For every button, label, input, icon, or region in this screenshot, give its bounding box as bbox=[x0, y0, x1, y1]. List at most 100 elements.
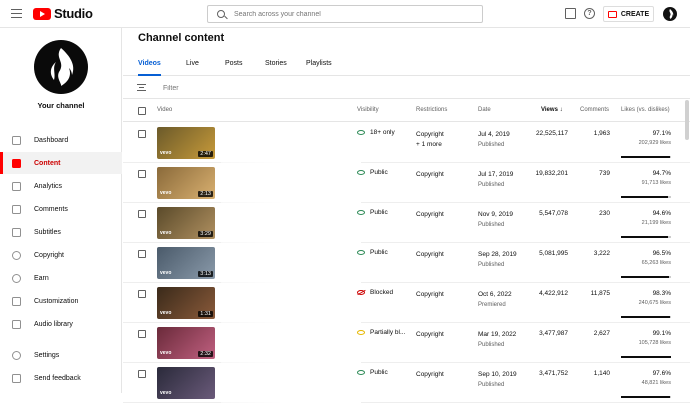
row-checkbox[interactable] bbox=[138, 370, 146, 378]
likes-bar bbox=[621, 356, 671, 358]
likes-bar bbox=[621, 276, 671, 278]
video-duration: 2:32 bbox=[198, 351, 213, 357]
row-checkbox[interactable] bbox=[138, 250, 146, 258]
restrictions-cell[interactable]: Copyright bbox=[416, 290, 444, 300]
row-checkbox[interactable] bbox=[138, 210, 146, 218]
visibility-cell[interactable]: Partially bl... bbox=[357, 329, 405, 336]
likes-bar-fill bbox=[621, 316, 671, 318]
tab-posts[interactable]: Posts bbox=[225, 60, 243, 76]
copyright-icon bbox=[12, 250, 21, 260]
restriction-label: Copyright bbox=[416, 291, 444, 298]
restrictions-cell[interactable]: Copyright bbox=[416, 210, 444, 220]
sidebar-item-copyright[interactable]: Copyright bbox=[0, 244, 122, 266]
likes-bar bbox=[621, 196, 671, 198]
visibility-cell[interactable]: 18+ only bbox=[357, 129, 395, 136]
account-avatar[interactable] bbox=[663, 7, 677, 21]
restrictions-cell[interactable]: Copyright bbox=[416, 170, 444, 180]
sidebar-item-send-feedback[interactable]: Send feedback bbox=[0, 367, 122, 389]
sidebar-item-subtitles[interactable]: Subtitles bbox=[0, 221, 122, 243]
sidebar-item-settings[interactable]: Settings bbox=[0, 344, 122, 366]
video-duration: 3:29 bbox=[198, 231, 213, 237]
help-icon[interactable]: ? bbox=[584, 8, 595, 19]
likes-bar-fill bbox=[621, 196, 669, 198]
table-row[interactable]: vevo 2:32 Partially bl... Copyright Mar 19, … bbox=[123, 323, 690, 363]
column-date[interactable]: Date bbox=[478, 107, 491, 113]
likes-count: 48,821 likes bbox=[641, 380, 671, 386]
likes-count: 240,675 likes bbox=[638, 300, 671, 306]
table-row[interactable]: vevo 2:13 Public Copyright Jul 17, 2019 Publi… bbox=[123, 163, 690, 203]
channel-avatar[interactable] bbox=[34, 40, 88, 94]
column-comments[interactable]: Comments bbox=[580, 107, 609, 113]
tab-videos[interactable]: Videos bbox=[138, 60, 161, 76]
restrictions-cell[interactable]: Copyright bbox=[416, 250, 444, 260]
table-row[interactable]: vevo 3:29 Public Copyright Nov 9, 2019 Publis… bbox=[123, 203, 690, 243]
comments-value: 11,875 bbox=[590, 290, 610, 297]
visibility-icon bbox=[357, 330, 365, 335]
visibility-cell[interactable]: Blocked bbox=[357, 289, 393, 296]
sidebar-item-analytics[interactable]: Analytics bbox=[0, 175, 122, 197]
restrictions-cell[interactable]: Copyright + 1 more bbox=[416, 130, 444, 150]
publish-status: Published bbox=[478, 182, 505, 188]
table-row[interactable]: vevo 3:13 Public Copyright Sep 28, 2019 Publi… bbox=[123, 243, 690, 283]
row-checkbox[interactable] bbox=[138, 170, 146, 178]
video-thumbnail[interactable]: vevo 2:13 bbox=[157, 167, 215, 199]
youtube-logo-icon bbox=[33, 7, 51, 20]
table-row[interactable]: vevo Public Copyright Sep 10, 2019 Published… bbox=[123, 363, 690, 403]
menu-icon[interactable] bbox=[11, 9, 22, 18]
table-row[interactable]: vevo 2:47 18+ only Copyright + 1 more Jul 4, … bbox=[123, 123, 690, 163]
vevo-logo: vevo bbox=[160, 150, 172, 156]
vevo-logo: vevo bbox=[160, 350, 172, 356]
tab-stories[interactable]: Stories bbox=[265, 60, 287, 76]
video-thumbnail[interactable]: vevo bbox=[157, 367, 215, 399]
tab-playlists[interactable]: Playlists bbox=[306, 60, 332, 76]
filter-icon[interactable] bbox=[137, 84, 146, 91]
tab-live[interactable]: Live bbox=[186, 60, 199, 76]
visibility-cell[interactable]: Public bbox=[357, 209, 388, 216]
visibility-cell[interactable]: Public bbox=[357, 369, 388, 376]
video-thumbnail[interactable]: vevo 1:31 bbox=[157, 287, 215, 319]
row-checkbox[interactable] bbox=[138, 130, 146, 138]
visibility-label: Public bbox=[370, 369, 388, 376]
visibility-cell[interactable]: Public bbox=[357, 169, 388, 176]
vevo-logo: vevo bbox=[160, 190, 172, 196]
sidebar-item-customization[interactable]: Customization bbox=[0, 290, 122, 312]
column-views-label: Views bbox=[541, 107, 558, 113]
video-thumbnail[interactable]: vevo 3:13 bbox=[157, 247, 215, 279]
column-likes[interactable]: Likes (vs. dislikes) bbox=[621, 107, 670, 113]
views-value: 5,081,995 bbox=[539, 250, 568, 257]
visibility-icon bbox=[357, 130, 365, 135]
select-all-checkbox[interactable] bbox=[138, 107, 146, 115]
create-label: CREATE bbox=[620, 10, 650, 18]
sidebar-item-comments[interactable]: Comments bbox=[0, 198, 122, 220]
restrictions-cell[interactable]: Copyright bbox=[416, 330, 444, 340]
row-checkbox[interactable] bbox=[138, 330, 146, 338]
feedback-icon[interactable] bbox=[565, 8, 576, 19]
sidebar-item-content[interactable]: Content bbox=[0, 152, 122, 174]
search-input[interactable] bbox=[234, 8, 474, 20]
video-thumbnail[interactable]: vevo 2:47 bbox=[157, 127, 215, 159]
column-views[interactable]: Views ↓ bbox=[541, 107, 563, 113]
video-thumbnail[interactable]: vevo 3:29 bbox=[157, 207, 215, 239]
sidebar-item-dashboard[interactable]: Dashboard bbox=[0, 129, 122, 151]
row-checkbox[interactable] bbox=[138, 290, 146, 298]
likes-count: 202,929 likes bbox=[638, 140, 671, 146]
search-box[interactable] bbox=[207, 5, 483, 23]
restrictions-cell[interactable]: Copyright bbox=[416, 370, 444, 380]
date-cell: Jul 17, 2019 Published bbox=[478, 170, 513, 190]
create-button[interactable]: CREATE bbox=[603, 6, 654, 22]
video-thumbnail[interactable]: vevo 2:32 bbox=[157, 327, 215, 359]
sidebar-item-label: Earn bbox=[34, 274, 49, 282]
likes-count: 91,713 likes bbox=[641, 180, 671, 186]
date-value: Sep 28, 2019 bbox=[478, 251, 517, 258]
likes-count: 21,199 likes bbox=[641, 220, 671, 226]
filter-input[interactable] bbox=[163, 83, 363, 94]
sidebar-item-audio-library[interactable]: Audio library bbox=[0, 313, 122, 335]
table-row[interactable]: vevo 1:31 Blocked Copyright Oct 6, 2022 Premi… bbox=[123, 283, 690, 323]
publish-status: Published bbox=[478, 262, 505, 268]
sidebar-item-earn[interactable]: Earn bbox=[0, 267, 122, 289]
top-bar: Studio ? CREATE bbox=[0, 0, 690, 28]
sidebar-item-label: Dashboard bbox=[34, 136, 69, 144]
scrollbar[interactable] bbox=[685, 100, 689, 140]
studio-logo[interactable]: Studio bbox=[33, 6, 93, 21]
visibility-cell[interactable]: Public bbox=[357, 249, 388, 256]
